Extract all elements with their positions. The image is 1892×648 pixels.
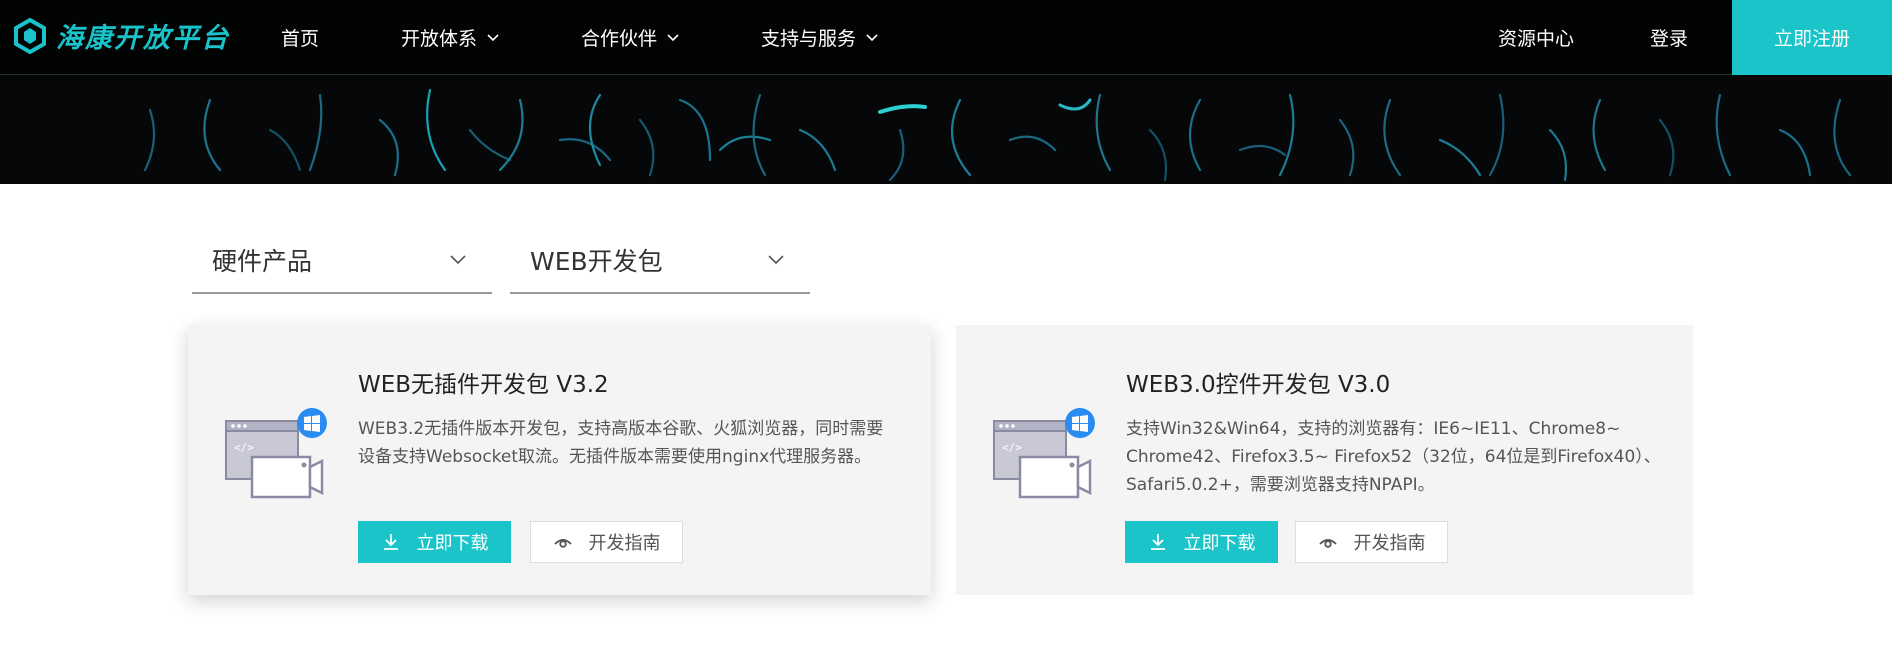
eye-icon [1318,539,1337,548]
chevron-down-icon [768,255,784,265]
logo-mark-icon [14,17,46,54]
filter-label: WEB开发包 [530,247,663,276]
download-button[interactable]: 立即下载 [1125,521,1278,563]
nav-item-label: 首页 [281,28,320,50]
hardware-product-select[interactable]: 硬件产品 [192,228,492,294]
brand-logo[interactable]: 海康开放平台 [14,16,230,55]
sdk-card-no-plugin[interactable]: </> WEB无插件开发包 V3.2 WEB3.2无插件版本开发包，支持高版本谷… [188,325,931,595]
svg-text:</>: </> [1002,441,1022,454]
nav-item-label: 支持与服务 [761,28,857,50]
card-title: WEB无插件开发包 V3.2 [358,372,609,398]
download-label: 立即下载 [1183,533,1256,554]
nav-item-label: 合作伙伴 [581,28,658,50]
filter-label: 硬件产品 [212,247,313,276]
nav-item-home[interactable]: 首页 [281,24,319,51]
register-button[interactable]: 立即注册 [1732,0,1892,75]
download-label: 立即下载 [416,533,489,554]
logo-text: 海康开放平台 [56,23,230,54]
download-icon [1150,534,1165,550]
card-title: WEB3.0控件开发包 V3.0 [1126,372,1391,398]
web-video-sdk-icon: </> [993,408,1095,499]
chevron-down-icon [450,255,466,265]
dev-guide-button[interactable]: 开发指南 [530,521,683,563]
top-navigation-bar: 海康开放平台 首页 开放体系 合作伙伴 支持与服务 资源中心 登录 立即注册 [0,0,1892,75]
chevron-down-icon [667,33,679,41]
hero-banner: 海康开放平台 首页 开放体系 合作伙伴 支持与服务 资源中心 登录 立即注册 [0,0,1892,184]
register-label: 立即注册 [1773,28,1850,50]
download-button[interactable]: 立即下载 [358,521,511,563]
svg-text:</>: </> [234,441,254,454]
dev-guide-button[interactable]: 开发指南 [1295,521,1448,563]
nav-item-open-system[interactable]: 开放体系 [401,24,499,51]
nav-item-support[interactable]: 支持与服务 [761,24,878,51]
web-sdk-select[interactable]: WEB开发包 [510,228,810,294]
eye-icon [553,539,572,548]
card-description: WEB3.2无插件版本开发包，支持高版本谷歌、火狐浏览器，同时需要设备支持Web… [358,419,884,467]
login-label: 登录 [1650,28,1689,50]
nav-item-partners[interactable]: 合作伙伴 [581,24,679,51]
dev-guide-label: 开发指南 [1353,533,1426,554]
resource-center-label: 资源中心 [1498,28,1575,50]
web-video-sdk-icon: </> [225,408,327,499]
nav-item-label: 开放体系 [401,28,478,50]
login-link[interactable]: 登录 [1650,24,1688,51]
resource-center-link[interactable]: 资源中心 [1498,24,1574,51]
download-icon [383,534,398,550]
sdk-card-plugin[interactable]: </> WEB3.0控件开发包 V3.0 支持Win32&Win64，支持的浏览… [956,325,1693,595]
chevron-down-icon [487,33,499,41]
card-description: 支持Win32&Win64，支持的浏览器有：IE6~IE11、Chrome8~ … [1126,419,1661,495]
chevron-down-icon [866,33,878,41]
dev-guide-label: 开发指南 [588,533,661,554]
